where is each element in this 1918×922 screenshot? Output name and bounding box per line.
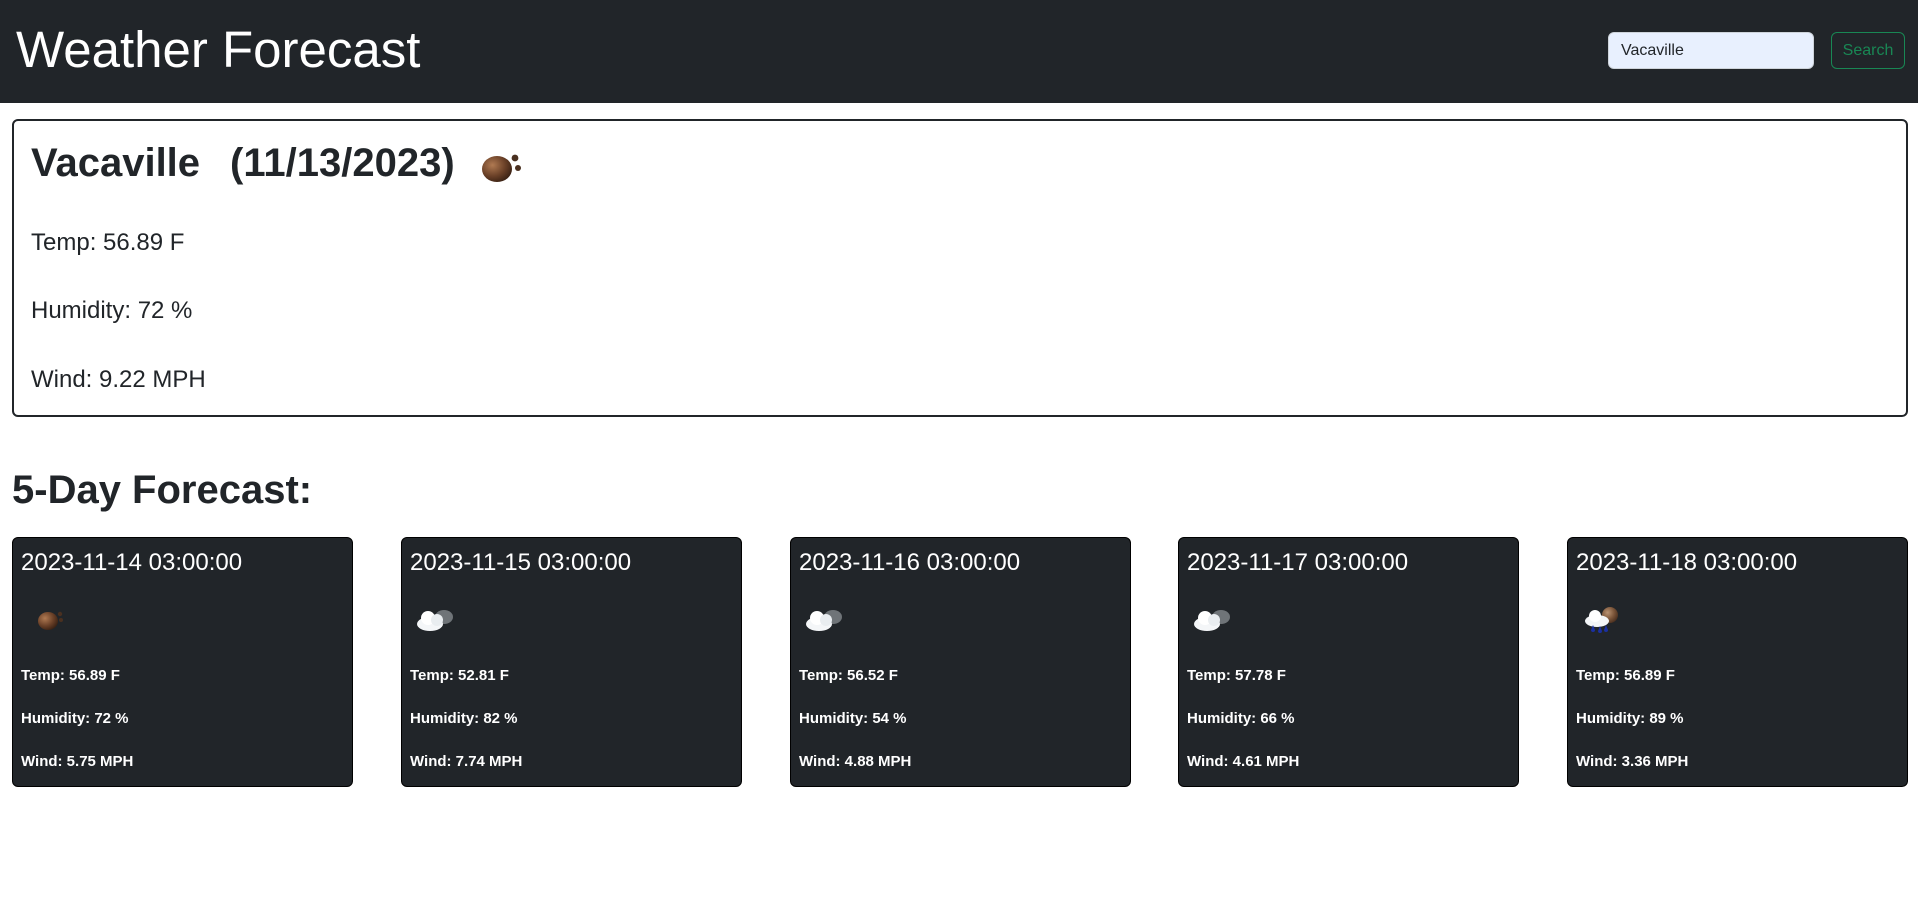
forecast-wind: Wind: 5.75 MPH bbox=[21, 753, 134, 770]
city-search-input[interactable] bbox=[1608, 32, 1814, 69]
forecast-card: 2023-11-14 03:00:00 Temp: 56.89 F Humidi… bbox=[12, 537, 353, 787]
cloudy-icon bbox=[417, 610, 453, 631]
forecast-wind: Wind: 3.36 MPH bbox=[1576, 753, 1689, 770]
forecast-card: 2023-11-15 03:00:00 Temp: 52.81 F Humidi… bbox=[401, 537, 742, 787]
rain-icon bbox=[1585, 607, 1618, 633]
dust-icon bbox=[482, 154, 521, 182]
forecast-card: 2023-11-16 03:00:00 Temp: 56.52 F Humidi… bbox=[790, 537, 1131, 787]
current-wind: Wind: 9.22 MPH bbox=[31, 366, 206, 393]
forecast-humidity: Humidity: 89 % bbox=[1576, 710, 1684, 727]
forecast-wind: Wind: 4.88 MPH bbox=[799, 753, 912, 770]
forecast-temp: Temp: 56.52 F bbox=[799, 667, 898, 684]
forecast-temp: Temp: 52.81 F bbox=[410, 667, 509, 684]
forecast-card: 2023-11-17 03:00:00 Temp: 57.78 F Humidi… bbox=[1178, 537, 1519, 787]
forecast-humidity: Humidity: 82 % bbox=[410, 710, 518, 727]
forecast-date: 2023-11-14 03:00:00 bbox=[21, 549, 243, 576]
current-humidity: Humidity: 72 % bbox=[31, 297, 193, 324]
current-date: (11/13/2023) bbox=[230, 141, 455, 185]
forecast-wind: Wind: 4.61 MPH bbox=[1187, 753, 1300, 770]
forecast-temp: Temp: 57.78 F bbox=[1187, 667, 1286, 684]
forecast-date: 2023-11-15 03:00:00 bbox=[410, 549, 632, 576]
current-weather-card: Vacaville (11/13/2023) Temp: 56.89 F Humi… bbox=[12, 119, 1908, 417]
search-button[interactable]: Search bbox=[1831, 32, 1905, 69]
navbar: Weather Forecast Search bbox=[0, 0, 1918, 103]
forecast-humidity: Humidity: 54 % bbox=[799, 710, 907, 727]
forecast-date: 2023-11-17 03:00:00 bbox=[1187, 549, 1409, 576]
forecast-temp: Temp: 56.89 F bbox=[21, 667, 120, 684]
cloudy-icon bbox=[1194, 610, 1230, 631]
app-title: Weather Forecast bbox=[16, 21, 421, 78]
cloudy-icon bbox=[806, 610, 842, 631]
forecast-wind: Wind: 7.74 MPH bbox=[410, 753, 523, 770]
forecast-humidity: Humidity: 72 % bbox=[21, 710, 129, 727]
forecast-card: 2023-11-18 03:00:00 Temp: 56.89 F Humidi… bbox=[1567, 537, 1908, 787]
dust-icon bbox=[38, 611, 63, 630]
forecast-date: 2023-11-18 03:00:00 bbox=[1576, 549, 1798, 576]
forecast-heading: 5-Day Forecast: bbox=[12, 468, 313, 512]
forecast-date: 2023-11-16 03:00:00 bbox=[799, 549, 1021, 576]
current-city: Vacaville bbox=[31, 141, 201, 185]
current-temp: Temp: 56.89 F bbox=[31, 229, 185, 256]
current-weather-title: Vacaville (11/13/2023) bbox=[31, 141, 455, 186]
forecast-humidity: Humidity: 66 % bbox=[1187, 710, 1295, 727]
forecast-temp: Temp: 56.89 F bbox=[1576, 667, 1675, 684]
